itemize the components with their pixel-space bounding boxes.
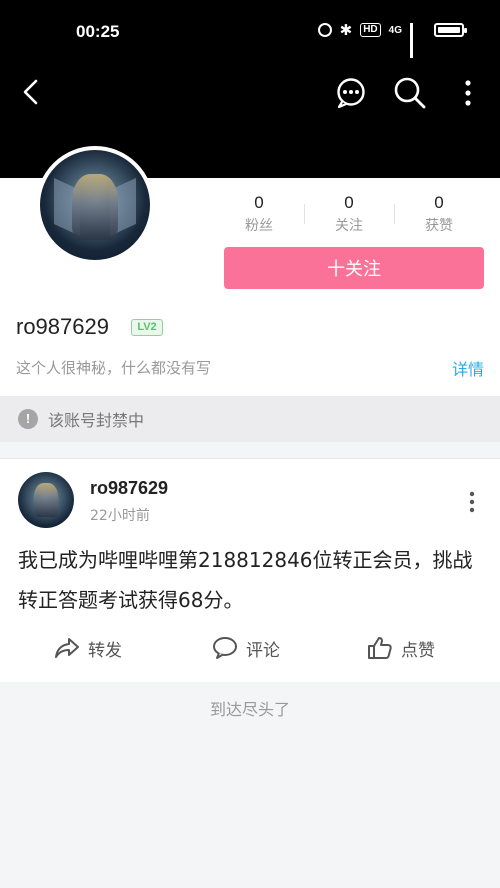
status-bar: 00:25 ✱ HD 4G (0, 0, 500, 64)
back-arrow-icon[interactable] (18, 78, 46, 106)
comment-label: 评论 (246, 640, 280, 661)
warning-icon: ! (18, 409, 38, 429)
stat-value: 0 (254, 193, 264, 212)
stat-label: 关注 (335, 218, 363, 234)
network-type: 4G (388, 24, 402, 36)
comment-button[interactable]: 评论 (212, 634, 280, 662)
stat-following[interactable]: 0 关注 (304, 192, 394, 240)
follow-button[interactable]: 十关注 (224, 247, 484, 289)
like-label: 点赞 (401, 640, 435, 661)
stat-value: 0 (344, 193, 354, 212)
status-time: 00:25 (76, 22, 120, 41)
profile-bio: 这个人很神秘，什么都没有写 (16, 359, 212, 377)
stat-label: 粉丝 (245, 218, 273, 234)
profile-username: ro987629 (16, 314, 109, 339)
post-card[interactable]: ro987629 22小时前 我已成为哔哩哔哩第218812846位转正会员，挑… (0, 458, 500, 682)
stat-value: 0 (434, 193, 444, 212)
hd-icon: HD (360, 23, 381, 37)
status-icons: ✱ HD 4G (317, 21, 467, 58)
divider (0, 458, 500, 459)
banned-notice: ! 该账号封禁中 (0, 396, 500, 442)
search-icon[interactable] (393, 76, 427, 110)
profile-avatar[interactable] (36, 146, 154, 264)
profile-stats: 0 粉丝 0 关注 0 获赞 (214, 192, 484, 240)
post-username[interactable]: ro987629 (90, 478, 168, 499)
message-icon[interactable] (334, 77, 368, 109)
stat-label: 获赞 (425, 218, 453, 234)
level-badge: LV2 (131, 319, 163, 336)
post-actions: 转发 评论 点赞 (0, 630, 500, 666)
detail-link[interactable]: 详情 (452, 356, 484, 380)
post-avatar[interactable] (18, 472, 74, 528)
battery-icon (434, 23, 467, 37)
thumbs-up-icon (368, 637, 392, 659)
share-label: 转发 (88, 640, 122, 661)
like-button[interactable]: 点赞 (367, 634, 435, 662)
signal-icon (410, 23, 426, 58)
banned-text: 该账号封禁中 (48, 411, 145, 430)
comment-icon (213, 637, 237, 659)
more-vertical-icon[interactable] (458, 79, 478, 107)
post-time: 22小时前 (90, 508, 150, 524)
alarm-icon (317, 23, 332, 37)
post-content: 我已成为哔哩哔哩第218812846位转正会员，挑战转正答题考试获得68分。 (18, 548, 473, 612)
share-button[interactable]: 转发 (54, 634, 122, 662)
end-of-list-text: 到达尽头了 (209, 700, 290, 719)
post-more-icon[interactable] (464, 490, 480, 514)
stat-likes[interactable]: 0 获赞 (394, 192, 484, 240)
bluetooth-icon: ✱ (339, 21, 353, 39)
share-icon (55, 638, 79, 658)
stat-fans[interactable]: 0 粉丝 (214, 192, 304, 240)
